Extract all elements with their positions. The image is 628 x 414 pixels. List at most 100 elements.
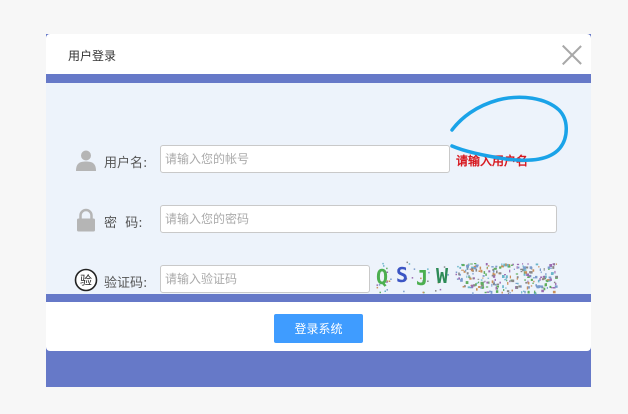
- captcha-noise-dot: [408, 263, 411, 265]
- captcha-noise-dot: [524, 271, 528, 274]
- login-button[interactable]: 登录系统: [274, 314, 363, 343]
- captcha-noise-dot: [502, 275, 505, 278]
- captcha-noise-dot: [458, 272, 460, 276]
- captcha-noise-dot: [494, 278, 496, 281]
- captcha-noise-dot: [499, 281, 501, 284]
- captcha-noise-dot: [539, 268, 541, 271]
- captcha-noise-dot: [476, 282, 479, 284]
- captcha-noise-dot: [508, 264, 511, 266]
- captcha-row: 验 验证码: Q S J W: [46, 261, 591, 295]
- captcha-noise-dot: [488, 265, 490, 267]
- username-error: 请输入用户名: [456, 154, 529, 168]
- captcha-noise-dot: [478, 286, 481, 288]
- captcha-noise-dot: [511, 279, 515, 283]
- password-label: 密 码:: [104, 216, 143, 231]
- login-dialog: 用户登录 用户名: 请输入用户名 密 码:: [46, 34, 591, 351]
- captcha-noise-dot: [537, 285, 541, 289]
- captcha-noise-dot: [549, 264, 552, 267]
- captcha-noise-dot: [506, 263, 509, 267]
- captcha-noise-dot: [553, 281, 556, 284]
- captcha-noise-dot: [526, 286, 529, 290]
- captcha-noise-dot: [458, 277, 460, 280]
- captcha-noise-dot: [499, 266, 502, 269]
- captcha-noise-dot: [515, 273, 519, 275]
- captcha-noise-dot: [491, 280, 494, 284]
- captcha-noise-dot: [529, 271, 533, 274]
- captcha-noise-dot: [482, 277, 484, 279]
- password-input[interactable]: [160, 205, 557, 233]
- captcha-noise-dot: [388, 280, 391, 282]
- captcha-noise-dot: [467, 286, 471, 289]
- captcha-noise-dot: [543, 268, 545, 271]
- captcha-noise-dot: [549, 285, 552, 288]
- captcha-noise-dot: [499, 272, 502, 275]
- captcha-noise-dot: [532, 282, 534, 284]
- captcha-noise-dot: [503, 289, 505, 291]
- captcha-noise-dot: [486, 267, 488, 270]
- captcha-noise-dot: [516, 277, 518, 280]
- captcha-noise-dot: [411, 277, 414, 279]
- captcha-image[interactable]: Q S J W: [374, 261, 558, 295]
- captcha-noise-dot: [548, 276, 552, 279]
- captcha-noise-dot: [542, 287, 544, 289]
- captcha-noise-dot: [530, 285, 533, 287]
- captcha-noise-dot: [521, 291, 523, 294]
- password-row: 密 码:: [46, 205, 591, 235]
- captcha-noise-dot: [466, 275, 468, 278]
- captcha-noise-dot: [523, 290, 525, 292]
- close-icon[interactable]: [561, 44, 583, 66]
- captcha-noise-dot: [403, 290, 405, 293]
- captcha-noise-dot: [547, 266, 551, 269]
- username-input[interactable]: [160, 145, 450, 173]
- captcha-noise-dot: [486, 281, 489, 284]
- captcha-noise-dot: [554, 270, 556, 274]
- captcha-noise-dot: [520, 271, 523, 273]
- captcha-noise-dot: [542, 276, 545, 277]
- captcha-noise-dot: [552, 263, 555, 266]
- captcha-noise-dot: [491, 266, 494, 268]
- captcha-char: S: [396, 263, 409, 287]
- captcha-noise-dot: [540, 276, 543, 278]
- captcha-noise-dot: [472, 272, 474, 275]
- captcha-noise-dot: [468, 276, 471, 278]
- captcha-noise-dot: [475, 268, 478, 272]
- captcha-noise-dot: [465, 281, 469, 284]
- captcha-noise-dot: [485, 263, 488, 266]
- captcha-input[interactable]: [160, 265, 370, 293]
- captcha-noise-dot: [530, 278, 533, 281]
- captcha-badge-text: 验: [80, 273, 92, 288]
- captcha-noise-dot: [413, 268, 416, 270]
- captcha-noise-dot: [493, 267, 497, 270]
- captcha-noise-dot: [547, 279, 550, 281]
- captcha-noise-dot: [527, 263, 529, 265]
- captcha-noise-dot: [491, 274, 494, 277]
- captcha-noise-dot: [507, 292, 509, 295]
- captcha-noise-dot: [439, 288, 442, 291]
- captcha-noise-dot: [539, 285, 543, 288]
- captcha-label: 验证码:: [104, 276, 148, 291]
- captcha-noise-dot: [493, 281, 495, 284]
- captcha-noise-dot: [485, 273, 487, 276]
- captcha-noise-dot: [513, 268, 515, 270]
- captcha-noise-dot: [481, 287, 484, 289]
- captcha-noise-dot: [523, 266, 526, 269]
- captcha-noise-dot: [504, 274, 506, 276]
- captcha-noise-dot: [390, 278, 392, 280]
- captcha-noise-dot: [505, 275, 508, 279]
- captcha-noise-dot: [522, 263, 524, 265]
- captcha-noise-dot: [523, 273, 526, 276]
- captcha-noise-dot: [480, 279, 483, 281]
- captcha-noise-dot: [536, 285, 538, 288]
- captcha-noise-dot: [506, 290, 510, 293]
- captcha-noise-dot: [386, 289, 388, 291]
- captcha-noise-dot: [532, 269, 535, 272]
- captcha-noise-dot: [505, 263, 507, 266]
- captcha-noise-dot: [527, 290, 530, 292]
- captcha-noise-dot: [471, 285, 474, 287]
- captcha-noise-dot: [483, 271, 486, 274]
- captcha-noise-dot: [384, 290, 386, 292]
- captcha-noise-dot: [525, 266, 529, 269]
- captcha-char: W: [436, 264, 449, 288]
- captcha-noise-dot: [527, 281, 530, 285]
- captcha-noise-dot: [470, 263, 473, 265]
